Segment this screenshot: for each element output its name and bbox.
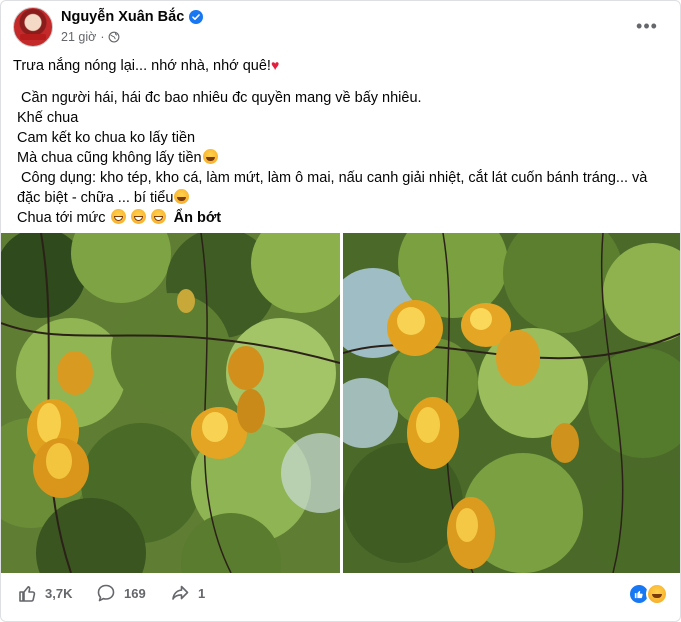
post-actions: 3,7K 169 1	[1, 575, 680, 615]
post-text: Trưa nắng nóng lại... nhớ nhà, nhớ quê!♥…	[13, 55, 670, 228]
grin-emoji-icon	[130, 209, 146, 224]
see-less-link[interactable]: Ẩn bớt	[174, 210, 221, 226]
text-line: Chua tới mức Ẩn bớt	[17, 209, 222, 226]
like-button[interactable]: 3,7K	[17, 583, 72, 603]
text-line: Mà chua cũng không lấy tiền	[13, 148, 670, 168]
heart-emoji-icon: ♥	[270, 57, 280, 73]
globe-icon[interactable]	[108, 31, 120, 43]
laughing-emoji-icon	[174, 189, 190, 204]
text-line: Cần người hái, hái đc bao nhiêu đc quyền…	[17, 90, 422, 106]
author-name[interactable]: Nguyễn Xuân Bắc	[61, 9, 184, 25]
share-count: 1	[198, 585, 206, 601]
post-header: Nguyễn Xuân Bắc 21 giờ · •••	[13, 7, 668, 51]
haha-reaction-icon	[646, 583, 668, 605]
comment-bubble-icon	[97, 584, 115, 602]
like-count: 3,7K	[45, 585, 73, 601]
photo-starfruit-tree-right[interactable]	[343, 233, 680, 573]
grin-emoji-icon	[150, 209, 166, 224]
post-card: Nguyễn Xuân Bắc 21 giờ · ••• Trưa nắng n…	[0, 0, 681, 622]
text-line: Khế chua	[17, 110, 79, 126]
meta-separator: ·	[100, 30, 105, 44]
reaction-summary[interactable]	[628, 583, 668, 605]
verified-badge-icon	[189, 10, 204, 24]
more-options-button[interactable]: •••	[632, 11, 662, 41]
starfruit-photo-icon	[1, 233, 340, 573]
text-line: Công dụng: kho tép, kho cá, làm mứt, làm…	[17, 170, 652, 206]
post-meta: 21 giờ ·	[61, 30, 120, 44]
share-button[interactable]: 1	[170, 583, 205, 603]
laughing-emoji-icon	[202, 149, 218, 164]
avatar[interactable]	[13, 7, 53, 47]
photo-starfruit-tree-left[interactable]	[1, 233, 340, 573]
photo-grid	[1, 233, 680, 573]
comment-count: 169	[124, 585, 146, 601]
comment-button[interactable]: 169	[96, 583, 146, 603]
thumbs-up-icon	[19, 586, 36, 602]
text-line: Trưa nắng nóng lại... nhớ nhà, nhớ quê!♥	[13, 57, 280, 74]
more-options-icon: •••	[636, 15, 658, 36]
grin-emoji-icon	[110, 209, 126, 224]
post-time[interactable]: 21 giờ	[61, 30, 96, 44]
author-row: Nguyễn Xuân Bắc	[61, 9, 204, 25]
text-line: Cam kết ko chua ko lấy tiền	[17, 130, 196, 146]
share-arrow-icon	[172, 585, 189, 600]
starfruit-photo-icon	[343, 233, 680, 573]
